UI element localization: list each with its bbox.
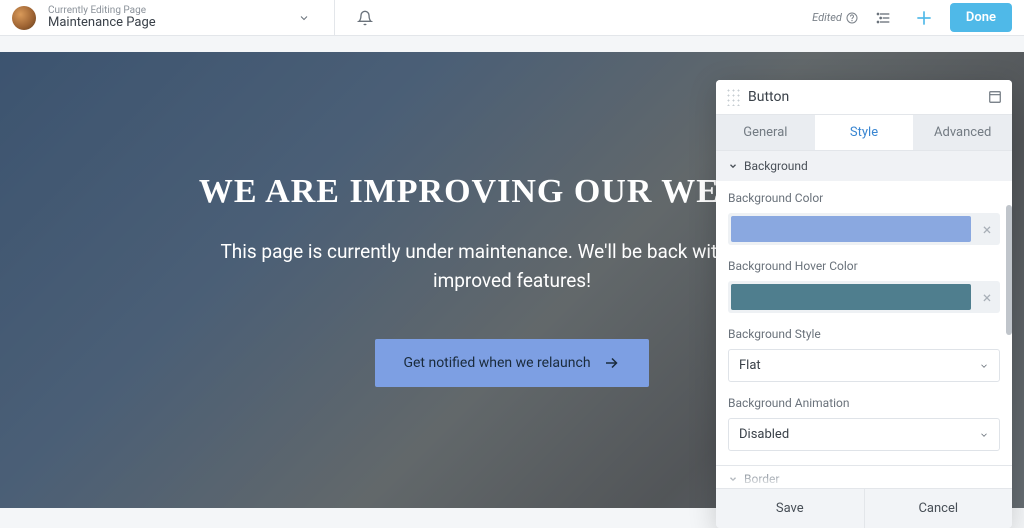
- bg-anim-label: Background Animation: [728, 396, 1000, 410]
- bg-hover-input[interactable]: ×: [728, 281, 1000, 313]
- divider: [334, 0, 335, 35]
- chevron-down-icon: [979, 430, 989, 440]
- section-border-header[interactable]: Border: [716, 465, 1012, 488]
- drag-handle-icon[interactable]: [726, 88, 740, 106]
- bg-style-value: Flat: [739, 358, 761, 373]
- arrow-right-icon: [603, 354, 621, 372]
- tab-advanced[interactable]: Advanced: [913, 115, 1012, 150]
- tab-general[interactable]: General: [716, 115, 815, 150]
- bg-style-label: Background Style: [728, 327, 1000, 341]
- section-background-body: Background Color × Background Hover Colo…: [716, 181, 1012, 465]
- outline-icon[interactable]: [870, 4, 898, 32]
- chevron-down-icon[interactable]: [290, 4, 318, 32]
- done-button[interactable]: Done: [950, 3, 1012, 32]
- panel-title: Button: [748, 89, 988, 105]
- bg-color-input[interactable]: ×: [728, 213, 1000, 245]
- section-background-label: Background: [744, 159, 808, 173]
- help-icon[interactable]: [846, 12, 858, 24]
- settings-panel: Button General Style Advanced Background…: [716, 80, 1012, 528]
- bg-anim-select[interactable]: Disabled: [728, 418, 1000, 451]
- bg-color-label: Background Color: [728, 191, 1000, 205]
- chevron-down-icon: [979, 361, 989, 371]
- panel-actions: Save Cancel: [716, 488, 1012, 528]
- maximize-icon[interactable]: [988, 90, 1002, 104]
- bell-icon[interactable]: [351, 4, 379, 32]
- bg-hover-swatch: [731, 284, 971, 310]
- clear-icon[interactable]: ×: [977, 220, 997, 239]
- panel-header[interactable]: Button: [716, 80, 1012, 115]
- panel-scrollbar[interactable]: [1006, 181, 1012, 465]
- save-button[interactable]: Save: [716, 489, 864, 528]
- clear-icon[interactable]: ×: [977, 288, 997, 307]
- cta-button[interactable]: Get notified when we relaunch: [375, 339, 648, 387]
- section-background-header[interactable]: Background: [716, 150, 1012, 181]
- panel-tabs: General Style Advanced: [716, 115, 1012, 150]
- topbar: Currently Editing Page Maintenance Page …: [0, 0, 1024, 36]
- page-selector-title: Maintenance Page: [48, 16, 278, 30]
- tab-style[interactable]: Style: [815, 115, 914, 150]
- bg-color-swatch: [731, 216, 971, 242]
- page-selector[interactable]: Currently Editing Page Maintenance Page: [48, 5, 278, 30]
- chevron-down-icon: [728, 161, 738, 171]
- add-button[interactable]: [910, 4, 938, 32]
- avatar: [12, 6, 36, 30]
- cancel-button[interactable]: Cancel: [864, 489, 1013, 528]
- bg-anim-value: Disabled: [739, 427, 789, 442]
- bg-style-select[interactable]: Flat: [728, 349, 1000, 382]
- bg-hover-label: Background Hover Color: [728, 259, 1000, 273]
- edited-indicator: Edited: [812, 11, 858, 24]
- cta-label: Get notified when we relaunch: [403, 355, 590, 371]
- edited-label: Edited: [812, 11, 842, 24]
